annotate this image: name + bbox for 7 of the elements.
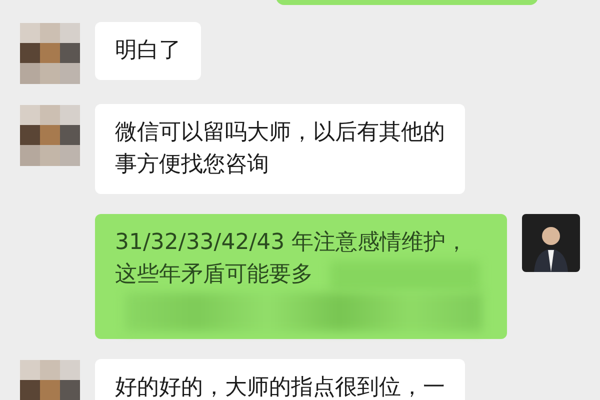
- message-bubble: 微信可以留吗大师，以后有其他的 事方便找您咨询: [95, 104, 465, 194]
- blurred-avatar[interactable]: [20, 104, 80, 166]
- blurred-avatar[interactable]: [20, 22, 80, 84]
- message-bubble: 好的好的，大师的指点很到位，一: [95, 359, 465, 400]
- message-bubble: 明白了: [95, 22, 201, 80]
- message-bubble: 31/32/33/42/43 年注意感情维护， 这些年矛盾可能要多: [95, 214, 507, 339]
- avatar[interactable]: [522, 214, 580, 272]
